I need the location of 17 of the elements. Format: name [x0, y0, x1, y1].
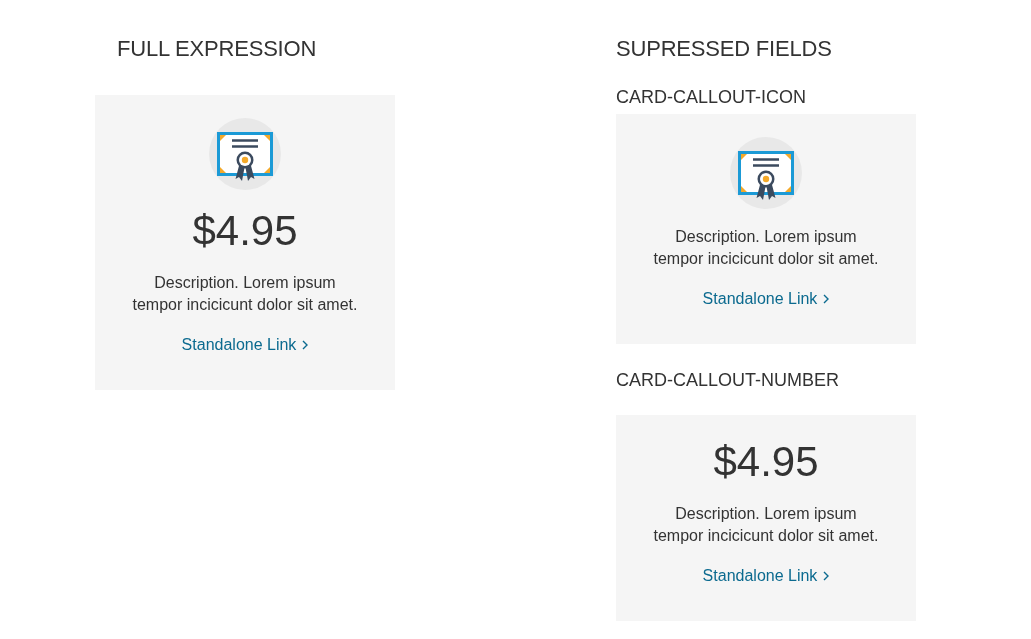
card-variant-label: CARD-CALLOUT-NUMBER — [616, 369, 841, 391]
price-amount: $4.95 — [713, 438, 819, 486]
standalone-link[interactable]: Standalone Link — [702, 288, 830, 310]
section-heading: SUPRESSED FIELDS — [616, 36, 833, 62]
standalone-link[interactable]: Standalone Link — [702, 565, 830, 587]
certificate-icon — [209, 118, 281, 190]
chevron-right-icon — [302, 340, 309, 350]
card-description: Description. Lorem ipsum tempor incicicunt dolor sit amet. — [652, 227, 880, 269]
price-amount: $4.95 — [192, 207, 298, 255]
standalone-link[interactable]: Standalone Link — [181, 334, 309, 356]
certificate-icon — [730, 137, 802, 209]
chevron-right-icon — [823, 294, 830, 304]
card-description: Description. Lorem ipsum tempor incicicunt dolor sit amet. — [652, 504, 880, 546]
card-variant-label: CARD-CALLOUT-ICON — [616, 86, 808, 108]
card-description: Description. Lorem ipsum tempor incicicunt dolor sit amet. — [131, 273, 359, 315]
chevron-right-icon — [823, 571, 830, 581]
section-heading: FULL EXPRESSION — [116, 36, 318, 62]
